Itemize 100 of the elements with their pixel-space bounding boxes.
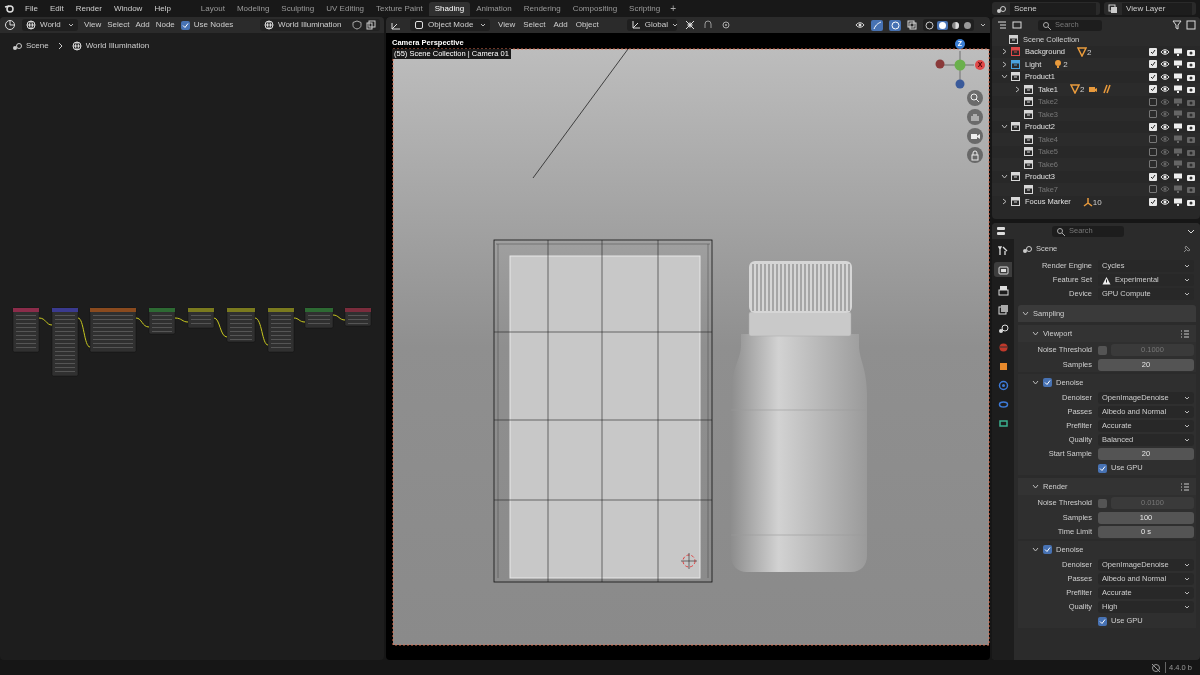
camera-icon[interactable] [1186,84,1196,95]
pivot-icon[interactable] [684,20,695,30]
exclude-checkbox[interactable] [1149,72,1157,81]
menu-item[interactable]: Object [575,19,599,31]
menu-item[interactable]: Add [553,19,568,31]
workspace-tab[interactable]: Compositing [566,1,624,16]
solid-shading-icon[interactable] [938,20,947,30]
shader-node[interactable] [89,307,137,353]
monitor-icon[interactable] [1173,121,1183,132]
editor-type-icon[interactable] [4,19,16,31]
shader-type-dropdown[interactable]: World [22,19,78,31]
menu-item[interactable]: Select [107,19,130,31]
wireframe-shading-icon[interactable] [925,20,934,30]
exclude-checkbox[interactable] [1149,197,1157,206]
render-tab[interactable] [994,262,1012,277]
monitor-icon[interactable] [1173,59,1183,70]
blender-logo-icon[interactable] [4,3,15,14]
eye-icon[interactable] [1160,84,1170,95]
menu-item[interactable]: Edit [47,2,66,15]
exclude-checkbox[interactable] [1149,85,1157,94]
eye-icon[interactable] [1160,59,1170,70]
exclude-checkbox[interactable] [1149,185,1157,194]
snap-icon[interactable] [702,20,713,30]
menu-item[interactable]: View [84,19,102,31]
exclude-checkbox[interactable] [1149,110,1157,119]
workspace-tab[interactable]: Shading [428,1,471,16]
monitor-icon[interactable] [1173,46,1183,57]
new-collection-icon[interactable] [1186,20,1196,30]
menu-item[interactable]: File [23,2,40,15]
shader-node[interactable] [226,307,256,343]
exclude-checkbox[interactable] [1149,47,1157,56]
checkbox[interactable] [1098,345,1107,355]
menu-item[interactable]: Node [155,19,175,31]
add-workspace-button[interactable]: + [666,1,681,16]
checkbox[interactable] [1043,545,1052,554]
mode-dropdown[interactable]: Object Mode [410,19,490,31]
world-selector[interactable]: World Illumination [260,19,380,31]
menu-item[interactable]: Window [111,2,145,15]
workspace-tab[interactable]: Animation [470,1,518,16]
use-nodes-checkbox[interactable]: Use Nodes [180,19,234,31]
gizmo-toggle-icon[interactable] [871,19,883,31]
workspace-tab[interactable]: Layout [194,1,231,16]
cursor-3d-icon[interactable] [680,552,698,570]
eye-icon[interactable] [1160,196,1170,207]
workspace-tab[interactable]: Modeling [230,1,276,16]
rendered-shading-icon[interactable] [963,20,972,30]
monitor-icon[interactable] [1173,196,1183,207]
checkbox[interactable] [1098,498,1107,508]
lock-button[interactable] [967,147,983,163]
workspace-tab[interactable]: Scripting [623,1,667,16]
filter-icon[interactable] [1172,20,1182,30]
shader-node[interactable] [51,307,79,377]
overlay-toggle-icon[interactable] [889,19,901,31]
eye-icon[interactable] [1160,171,1170,182]
exclude-checkbox[interactable] [1149,135,1157,144]
menu-item[interactable]: Help [152,2,173,15]
menu-item[interactable]: Add [135,19,150,31]
xray-icon[interactable] [907,20,917,30]
list-icon[interactable] [1180,328,1190,339]
editor-type-icon[interactable] [996,226,1008,236]
list-icon[interactable] [1180,481,1190,492]
monitor-icon[interactable] [1173,84,1183,95]
menu-item[interactable]: Render [73,2,104,15]
exclude-checkbox[interactable] [1149,147,1157,156]
shading-mode-group[interactable] [923,19,974,31]
exclude-checkbox[interactable] [1149,122,1157,131]
eye-icon[interactable] [1160,71,1170,82]
proportional-icon[interactable] [720,20,731,30]
shader-node[interactable] [187,307,215,329]
zoom-button[interactable] [967,90,983,106]
checkbox[interactable] [1043,378,1052,387]
shader-node[interactable] [304,307,334,329]
scene-selector[interactable]: Scene [992,2,1100,15]
workspace-tab[interactable]: Texture Paint [370,1,429,16]
monitor-icon[interactable] [1173,71,1183,82]
eye-icon[interactable] [1160,46,1170,57]
workspace-tab[interactable]: UV Editing [320,1,371,16]
exclude-checkbox[interactable] [1149,160,1157,169]
gizmo-axes-drawing[interactable] [935,50,975,89]
monitor-icon[interactable] [1173,171,1183,182]
orientation-dropdown[interactable]: Global [626,19,677,31]
menu-item[interactable]: Select [523,19,546,31]
exclude-checkbox[interactable] [1149,97,1157,106]
view-layer-selector[interactable]: View Layer [1104,2,1196,15]
exclude-checkbox[interactable] [1149,60,1157,69]
workspace-tab[interactable]: Rendering [517,1,567,16]
camera-button[interactable] [967,128,983,144]
shader-node[interactable] [12,307,40,353]
menu-item[interactable]: View [498,19,516,31]
shader-node[interactable] [344,307,372,327]
eye-icon[interactable] [1160,121,1170,132]
shader-node[interactable] [267,307,295,353]
workspace-tab[interactable]: Sculpting [275,1,321,16]
visibility-icon[interactable] [855,20,865,30]
exclude-checkbox[interactable] [1149,172,1157,181]
breadcrumb-item[interactable]: World Illumination [85,40,150,52]
box-wireframe-drawing[interactable] [493,239,713,583]
filter-display-icon[interactable] [1012,20,1022,30]
breadcrumb-item[interactable]: Scene [26,40,49,52]
camera-icon[interactable] [1186,59,1196,70]
